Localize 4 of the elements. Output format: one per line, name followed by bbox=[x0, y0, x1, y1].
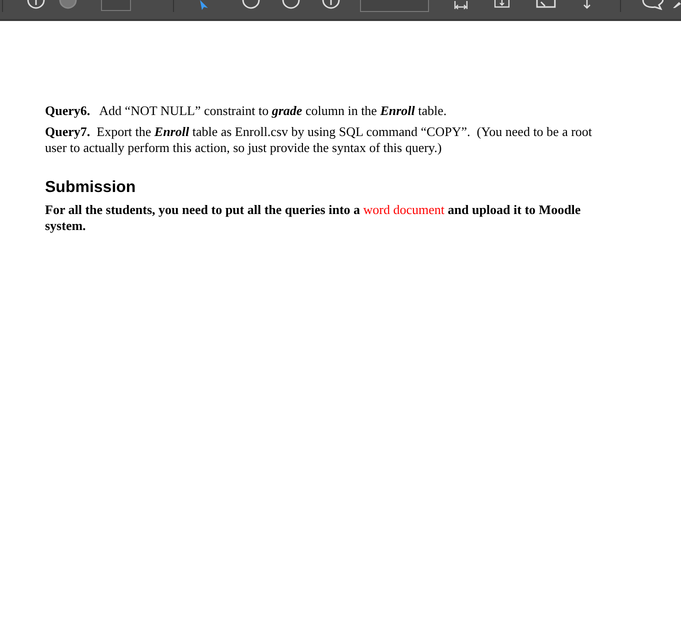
query-text: Query7. Export the Enroll table as Enroll.csv by using SQL command “COPY”. (You need to be a root user to actually perform this action, so just provide the syntax of this query.) bbox=[45, 124, 594, 156]
submission-text: For all the students, you need to put all the queries into a word document and upload it to Moodle system. bbox=[45, 202, 582, 234]
submission-heading: Submission bbox=[45, 178, 137, 198]
query-text: Query6. Add “NOT NULL” constraint to grade column in the Enroll table. bbox=[45, 103, 448, 119]
